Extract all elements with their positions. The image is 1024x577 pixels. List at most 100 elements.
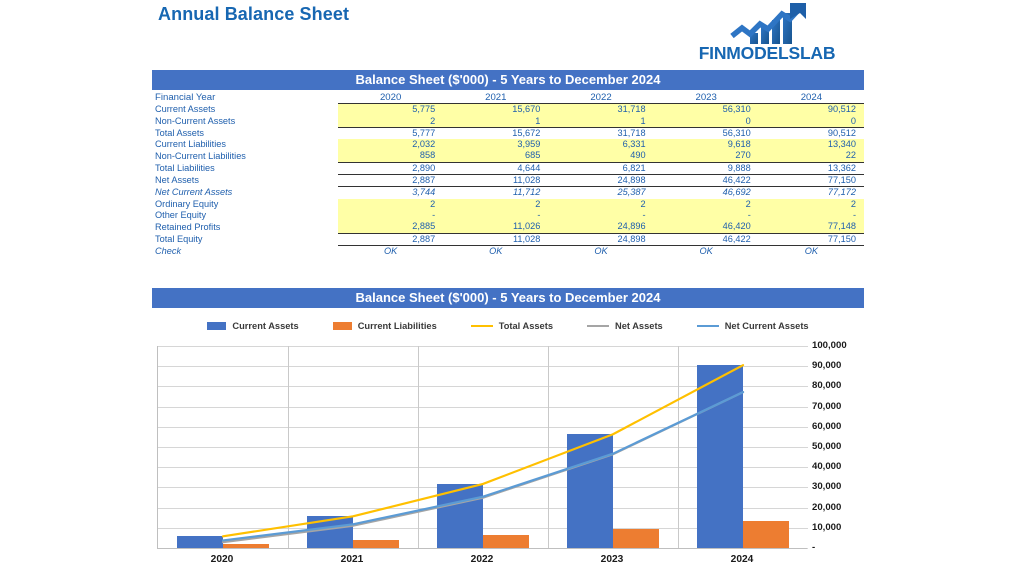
x-axis-tick-label: 2024 [730,554,754,565]
year-header-2023: 2023 [653,92,759,105]
table-cell: 9,888 [653,161,759,175]
finmodelslab-logo: FINMODELSLAB [672,2,862,64]
table-cell: 6,331 [548,139,654,151]
legend-item-net-assets[interactable]: Net Assets [587,321,663,331]
y-axis-tick-label: 60,000 [812,420,842,432]
legend-line-swatch-icon [587,324,609,328]
table-cell: 5,777 [338,126,444,140]
row-label: Total Assets [155,127,205,138]
y-axis-tick-label: - [812,542,816,553]
row-label: Current Assets [155,104,216,115]
table-cell: 2 [443,198,549,210]
table-row: Total Liabilities 2,890 4,644 6,821 9,888 13,… [152,161,864,175]
chart-line-layer [221,364,745,544]
table-cell: - [548,209,654,222]
y-axis-tick-label: 50,000 [812,441,842,452]
year-header-2024: 2024 [758,92,864,105]
chart-line-total-assets [221,364,745,538]
table-cell: 3,959 [443,139,549,151]
bar-chart-arrow-icon [730,3,806,44]
table-cell: 3,744 [338,186,444,199]
table-cell: 22 [758,150,864,163]
table-cell: 24,898 [548,232,654,246]
table-cell: 0 [758,115,864,128]
table-cell: 77,150 [758,174,864,187]
year-header-2020: 2020 [338,92,444,105]
legend-line-swatch-icon [696,324,719,328]
table-row: Non-Current Liabilities 858 685 490 270 22 [152,150,864,163]
chart-plot-area [157,346,808,549]
legend-item-total-assets[interactable]: Total Assets [470,321,553,331]
table-cell: 9,618 [653,139,759,151]
table-cell: 2 [653,198,759,210]
y-axis-tick-label: 100,000 [812,340,847,351]
row-label: Ordinary Equity [155,198,219,209]
table-row: Current Assets 5,775 15,670 31,718 56,310 90,… [152,103,864,116]
table-cell: 4,644 [443,161,549,175]
table-cell: 858 [338,150,444,163]
legend-label: Current Liabilities [357,321,437,331]
row-label: Total Equity [155,233,203,244]
table-cell: 2 [548,198,654,210]
balance-sheet-chart: Current Assets Current Liabilities Total A… [152,312,864,570]
year-header-2021: 2021 [443,92,549,105]
table-row: Ordinary Equity 2 2 2 2 2 [152,198,864,210]
year-header-2022: 2022 [548,92,654,105]
table-cell: 46,422 [653,174,759,187]
table-cell: OK [338,244,444,258]
table-cell: 90,512 [758,126,864,140]
x-axis-tick-label: 2020 [210,554,234,565]
table-cell: 56,310 [653,126,759,140]
legend-item-net-current-assets[interactable]: Net Current Assets [696,321,809,331]
table-cell: 11,028 [443,174,549,187]
table-cell: 1 [443,115,549,128]
chart-line-net-current-assets [221,391,745,542]
table-row: Non-Current Assets 2 1 1 0 0 [152,115,864,128]
table-cell: 11,712 [443,186,549,199]
table-row: Net Current Assets 3,744 11,712 25,387 46,69… [152,186,864,199]
table-cell: 24,898 [548,174,654,187]
y-axis-tick-label: 80,000 [812,380,842,392]
chart-title-band: Balance Sheet ($'000) - 5 Years to Decem… [152,288,864,308]
chart-plot-wrap: - 10,000 20,000 30,000 40,000 50,000 60,000 70,… [152,340,864,570]
table-cell: 25,387 [548,186,654,199]
financial-year-label: Financial Year [155,92,216,104]
table-cell: 13,362 [758,161,864,175]
y-axis-tick-label: 10,000 [812,521,842,533]
table-cell: 31,718 [548,103,654,116]
table-cell: 46,422 [653,232,759,246]
y-axis-tick-label: 30,000 [812,481,842,493]
legend-line-swatch-icon [470,324,493,328]
table-cell: 0 [653,115,759,128]
y-axis-tick-label: 90,000 [812,360,842,372]
table-cell: OK [548,244,654,258]
row-label: Total Liabilities [155,162,215,173]
table-cell: OK [653,244,759,258]
table-cell: 2,887 [338,174,444,187]
table-cell: - [653,209,759,222]
table-row: Other Equity - - - - - [152,209,864,222]
table-cell: OK [443,244,549,258]
row-label: Other Equity [155,209,207,220]
balance-sheet-table: Financial Year 2020 2021 2022 2023 2024 Curren… [152,92,864,258]
legend-item-current-liabilities[interactable]: Current Liabilities [332,321,437,331]
table-row: Check OK OK OK OK OK [152,244,864,258]
table-row: Net Assets 2,887 11,028 24,898 46,422 77,150 [152,174,864,187]
table-cell: 2 [338,198,444,210]
row-label: Net Assets [155,175,199,186]
table-cell: 31,718 [548,126,654,140]
table-cell: 490 [548,150,654,163]
table-cell: OK [758,244,864,258]
row-label: Current Liabilities [155,139,226,150]
legend-label: Total Assets [498,321,553,331]
x-axis-tick-label: 2022 [470,554,494,565]
table-cell: 2,887 [338,232,444,246]
table-cell: 46,420 [653,221,759,234]
row-label: Non-Current Liabilities [155,150,246,161]
row-label: Non-Current Assets [155,115,236,126]
table-cell: 46,692 [653,186,759,199]
x-axis-tick-label: 2023 [600,554,624,565]
logo-wordmark: FINMODELSLAB [698,43,836,63]
legend-item-current-assets[interactable]: Current Assets [207,321,299,331]
table-header-row: Financial Year 2020 2021 2022 2023 2024 [152,92,864,105]
